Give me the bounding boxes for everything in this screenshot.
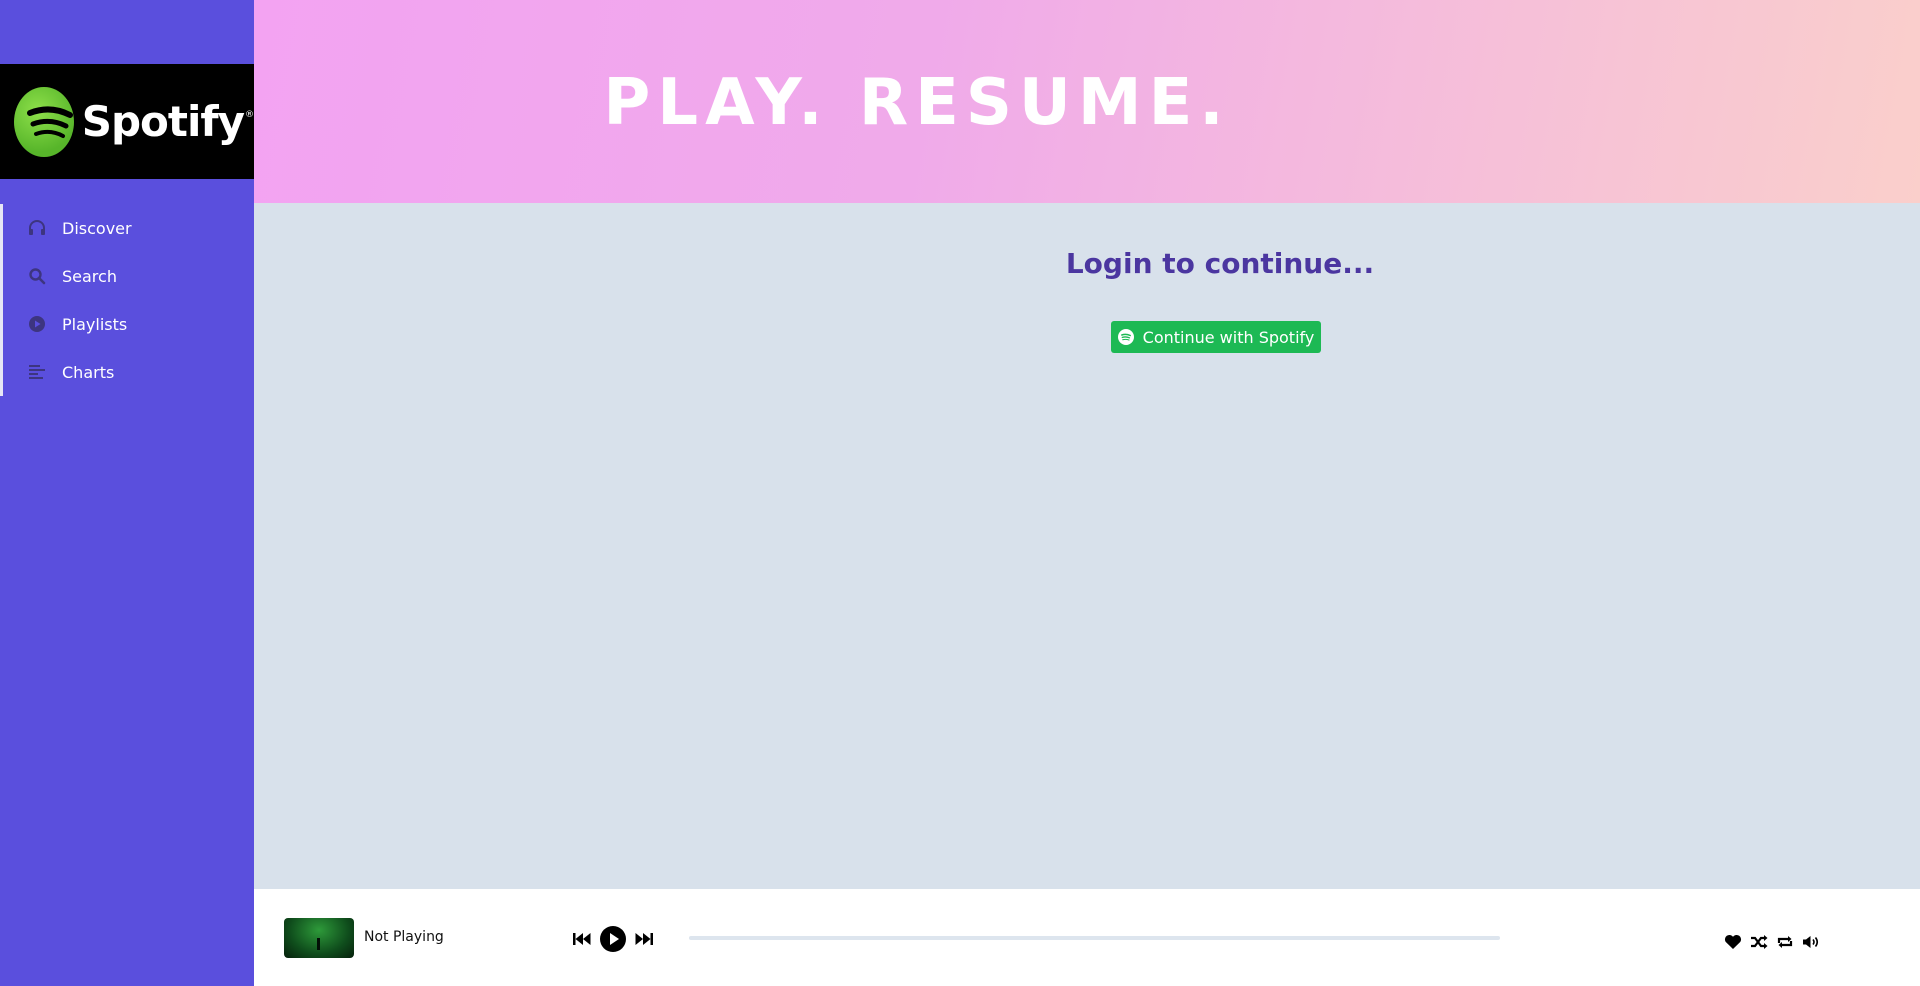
sidebar-item-discover[interactable]: Discover [3, 204, 254, 252]
headphones-icon [27, 218, 47, 238]
continue-with-spotify-label: Continue with Spotify [1142, 327, 1315, 347]
bars-icon [27, 362, 47, 382]
login-title: Login to continue... [1065, 247, 1375, 280]
playback-controls [570, 924, 656, 954]
play-circle-icon [27, 314, 47, 334]
sidebar-item-search[interactable]: Search [3, 252, 254, 300]
repeat-icon[interactable] [1776, 934, 1794, 950]
main-content: Login to continue... Continue with Spoti… [254, 203, 1920, 889]
spotify-logo-icon [14, 86, 74, 157]
play-icon[interactable] [598, 924, 628, 954]
sidebar-item-label: Search [62, 266, 117, 286]
previous-icon[interactable] [570, 927, 594, 951]
hero-header: PLAY. RESUME. [254, 0, 1920, 203]
track-title: Not Playing [364, 929, 444, 945]
sidebar-item-charts[interactable]: Charts [3, 348, 254, 396]
spotify-icon [1117, 329, 1134, 345]
player-bar: Not Playing [254, 889, 1920, 986]
sidebar-item-playlists[interactable]: Playlists [3, 300, 254, 348]
heart-icon[interactable] [1724, 934, 1742, 950]
sidebar-nav: Discover Search Playlists Charts [0, 204, 254, 396]
shuffle-icon[interactable] [1750, 934, 1768, 950]
volume-icon[interactable] [1802, 934, 1820, 950]
continue-with-spotify-button[interactable]: Continue with Spotify [1111, 321, 1321, 353]
sidebar-item-label: Charts [62, 362, 115, 382]
sidebar-item-label: Discover [62, 218, 132, 238]
sidebar: Spotify ® Discover Search Playlists Char… [0, 0, 254, 986]
page-title: PLAY. RESUME. [603, 66, 1231, 140]
album-art [284, 918, 354, 958]
progress-bar[interactable] [689, 936, 1500, 940]
sidebar-item-label: Playlists [62, 314, 128, 334]
next-icon[interactable] [632, 927, 656, 951]
search-icon [27, 266, 47, 286]
player-actions [1724, 934, 1820, 950]
